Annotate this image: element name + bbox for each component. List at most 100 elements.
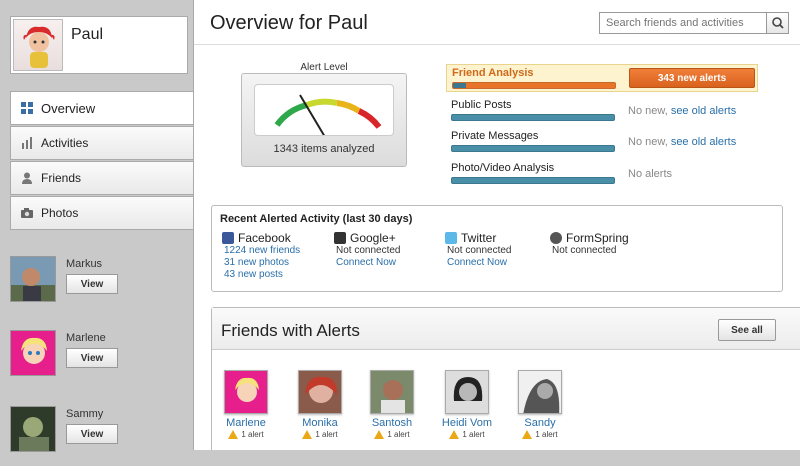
warning-icon — [449, 430, 460, 440]
friend-photo[interactable] — [370, 370, 414, 414]
friend-name[interactable]: Santosh — [362, 417, 422, 429]
alert-count: 1 alert — [216, 430, 276, 440]
alert-text: 1 alert — [535, 430, 558, 439]
camera-icon — [21, 207, 33, 219]
sidebar-item-photos[interactable]: Photos — [10, 196, 193, 230]
connection-status: Not connected — [336, 245, 401, 256]
friend-name: Markus — [66, 258, 103, 270]
sidebar-item-label: Friends — [41, 171, 82, 185]
warning-icon — [228, 430, 239, 440]
formspring-icon — [550, 232, 562, 244]
items-analyzed: 1343 items analyzed — [273, 143, 375, 155]
alert-count: 1 alert — [437, 430, 497, 440]
sidebar: Paul Overview Activities Friends Photos … — [0, 0, 193, 452]
alert-row-public-posts: Public Posts No new, see old alerts — [446, 97, 758, 125]
friend-alert-card[interactable]: Sandy 1 alert — [510, 370, 570, 440]
alert-text: 1 alert — [315, 430, 338, 439]
alert-label: Photo/Video Analysis — [451, 162, 555, 174]
friend-name[interactable]: Sandy — [510, 417, 570, 429]
network-facebook: Facebook 1224 new friends 31 new photos … — [222, 231, 342, 281]
warning-icon — [522, 430, 533, 440]
divider — [194, 44, 800, 45]
alert-progress — [451, 145, 615, 152]
friend-name[interactable]: Monika — [290, 417, 350, 429]
search-button[interactable] — [766, 13, 788, 33]
connect-now-link[interactable]: Connect Now — [336, 257, 454, 269]
warning-icon — [374, 430, 385, 440]
search-box — [599, 12, 789, 34]
alert-status: No new, see old alerts — [628, 105, 736, 117]
search-input[interactable] — [600, 13, 766, 33]
alert-progress — [451, 114, 615, 121]
recent-activity-panel: Recent Alerted Activity (last 30 days) F… — [211, 205, 783, 292]
activity-link[interactable]: 31 new photos — [224, 257, 342, 269]
view-button[interactable]: View — [66, 274, 118, 294]
friend-avatar[interactable] — [10, 406, 56, 452]
alert-count: 1 alert — [290, 430, 350, 440]
alert-level-gauge: 1343 items analyzed — [241, 73, 407, 167]
sidebar-item-label: Overview — [41, 100, 96, 116]
activity-link[interactable]: 43 new posts — [224, 269, 342, 281]
alert-status: No alerts — [628, 168, 672, 180]
sidebar-friend: Sammy View — [10, 406, 190, 466]
alert-count: 1 alert — [362, 430, 422, 440]
facebook-icon — [222, 232, 234, 244]
network-google-plus: Google+ Not connected Connect Now — [334, 231, 454, 269]
alert-count: 1 alert — [510, 430, 570, 440]
sidebar-item-friends[interactable]: Friends — [10, 161, 193, 195]
recent-activity-title: Recent Alerted Activity (last 30 days) — [220, 213, 413, 225]
friend-alert-card[interactable]: Monika 1 alert — [290, 370, 350, 440]
sidebar-item-overview[interactable]: Overview — [10, 91, 193, 125]
gauge-face — [254, 84, 394, 136]
friend-photo[interactable] — [224, 370, 268, 414]
see-old-alerts-link[interactable]: see old alerts — [671, 136, 736, 148]
sidebar-item-label: Photos — [41, 206, 79, 220]
friend-alert-card[interactable]: Marlene 1 alert — [216, 370, 276, 440]
friend-name[interactable]: Heidi Vom — [437, 417, 497, 429]
friends-with-alerts-panel: Friends with Alerts See all Marlene 1 al… — [211, 307, 800, 450]
friend-alert-card[interactable]: Santosh 1 alert — [362, 370, 422, 440]
network-name: Facebook — [238, 231, 291, 245]
status-text: No new, — [628, 105, 671, 117]
alert-text: 1 alert — [462, 430, 485, 439]
main-panel: Overview for Paul Alert Level 1343 items… — [193, 0, 800, 450]
friend-photo[interactable] — [298, 370, 342, 414]
sidebar-item-label: Activities — [41, 136, 89, 150]
grid-icon — [21, 102, 33, 114]
friend-photo[interactable] — [518, 370, 562, 414]
alert-progress — [451, 177, 615, 184]
network-name: Google+ — [350, 231, 396, 245]
alert-progress — [452, 82, 616, 89]
new-alerts-button[interactable]: 343 new alerts — [629, 68, 755, 88]
friend-photo[interactable] — [445, 370, 489, 414]
panel-title: Friends with Alerts — [221, 321, 360, 340]
view-button[interactable]: View — [66, 424, 118, 444]
connect-now-link[interactable]: Connect Now — [447, 257, 565, 269]
profile-card[interactable]: Paul — [10, 16, 188, 74]
twitter-icon — [445, 232, 457, 244]
alert-text: 1 alert — [241, 430, 264, 439]
friend-avatar[interactable] — [10, 256, 56, 302]
friend-name[interactable]: Marlene — [216, 417, 276, 429]
panel-header: Friends with Alerts See all — [212, 308, 800, 350]
see-all-button[interactable]: See all — [718, 319, 776, 341]
page-title: Overview for Paul — [210, 12, 368, 34]
warning-icon — [302, 430, 313, 440]
alert-label: Friend Analysis — [452, 67, 534, 79]
sidebar-item-activities[interactable]: Activities — [10, 126, 193, 160]
friend-name: Marlene — [66, 332, 106, 344]
alert-text: 1 alert — [387, 430, 410, 439]
network-twitter: Twitter Not connected Connect Now — [445, 231, 565, 269]
activity-link[interactable]: 1224 new friends — [224, 245, 342, 257]
network-name: Twitter — [461, 231, 497, 245]
alert-status: No new, see old alerts — [628, 136, 736, 148]
search-icon — [772, 17, 784, 29]
alert-label: Public Posts — [451, 99, 512, 111]
friend-avatar[interactable] — [10, 330, 56, 376]
person-icon — [21, 172, 33, 184]
see-old-alerts-link[interactable]: see old alerts — [671, 105, 736, 117]
friend-alert-card[interactable]: Heidi Vom 1 alert — [437, 370, 497, 440]
view-button[interactable]: View — [66, 348, 118, 368]
bar-chart-icon — [21, 137, 33, 149]
sidebar-friend: Markus View — [10, 256, 190, 316]
